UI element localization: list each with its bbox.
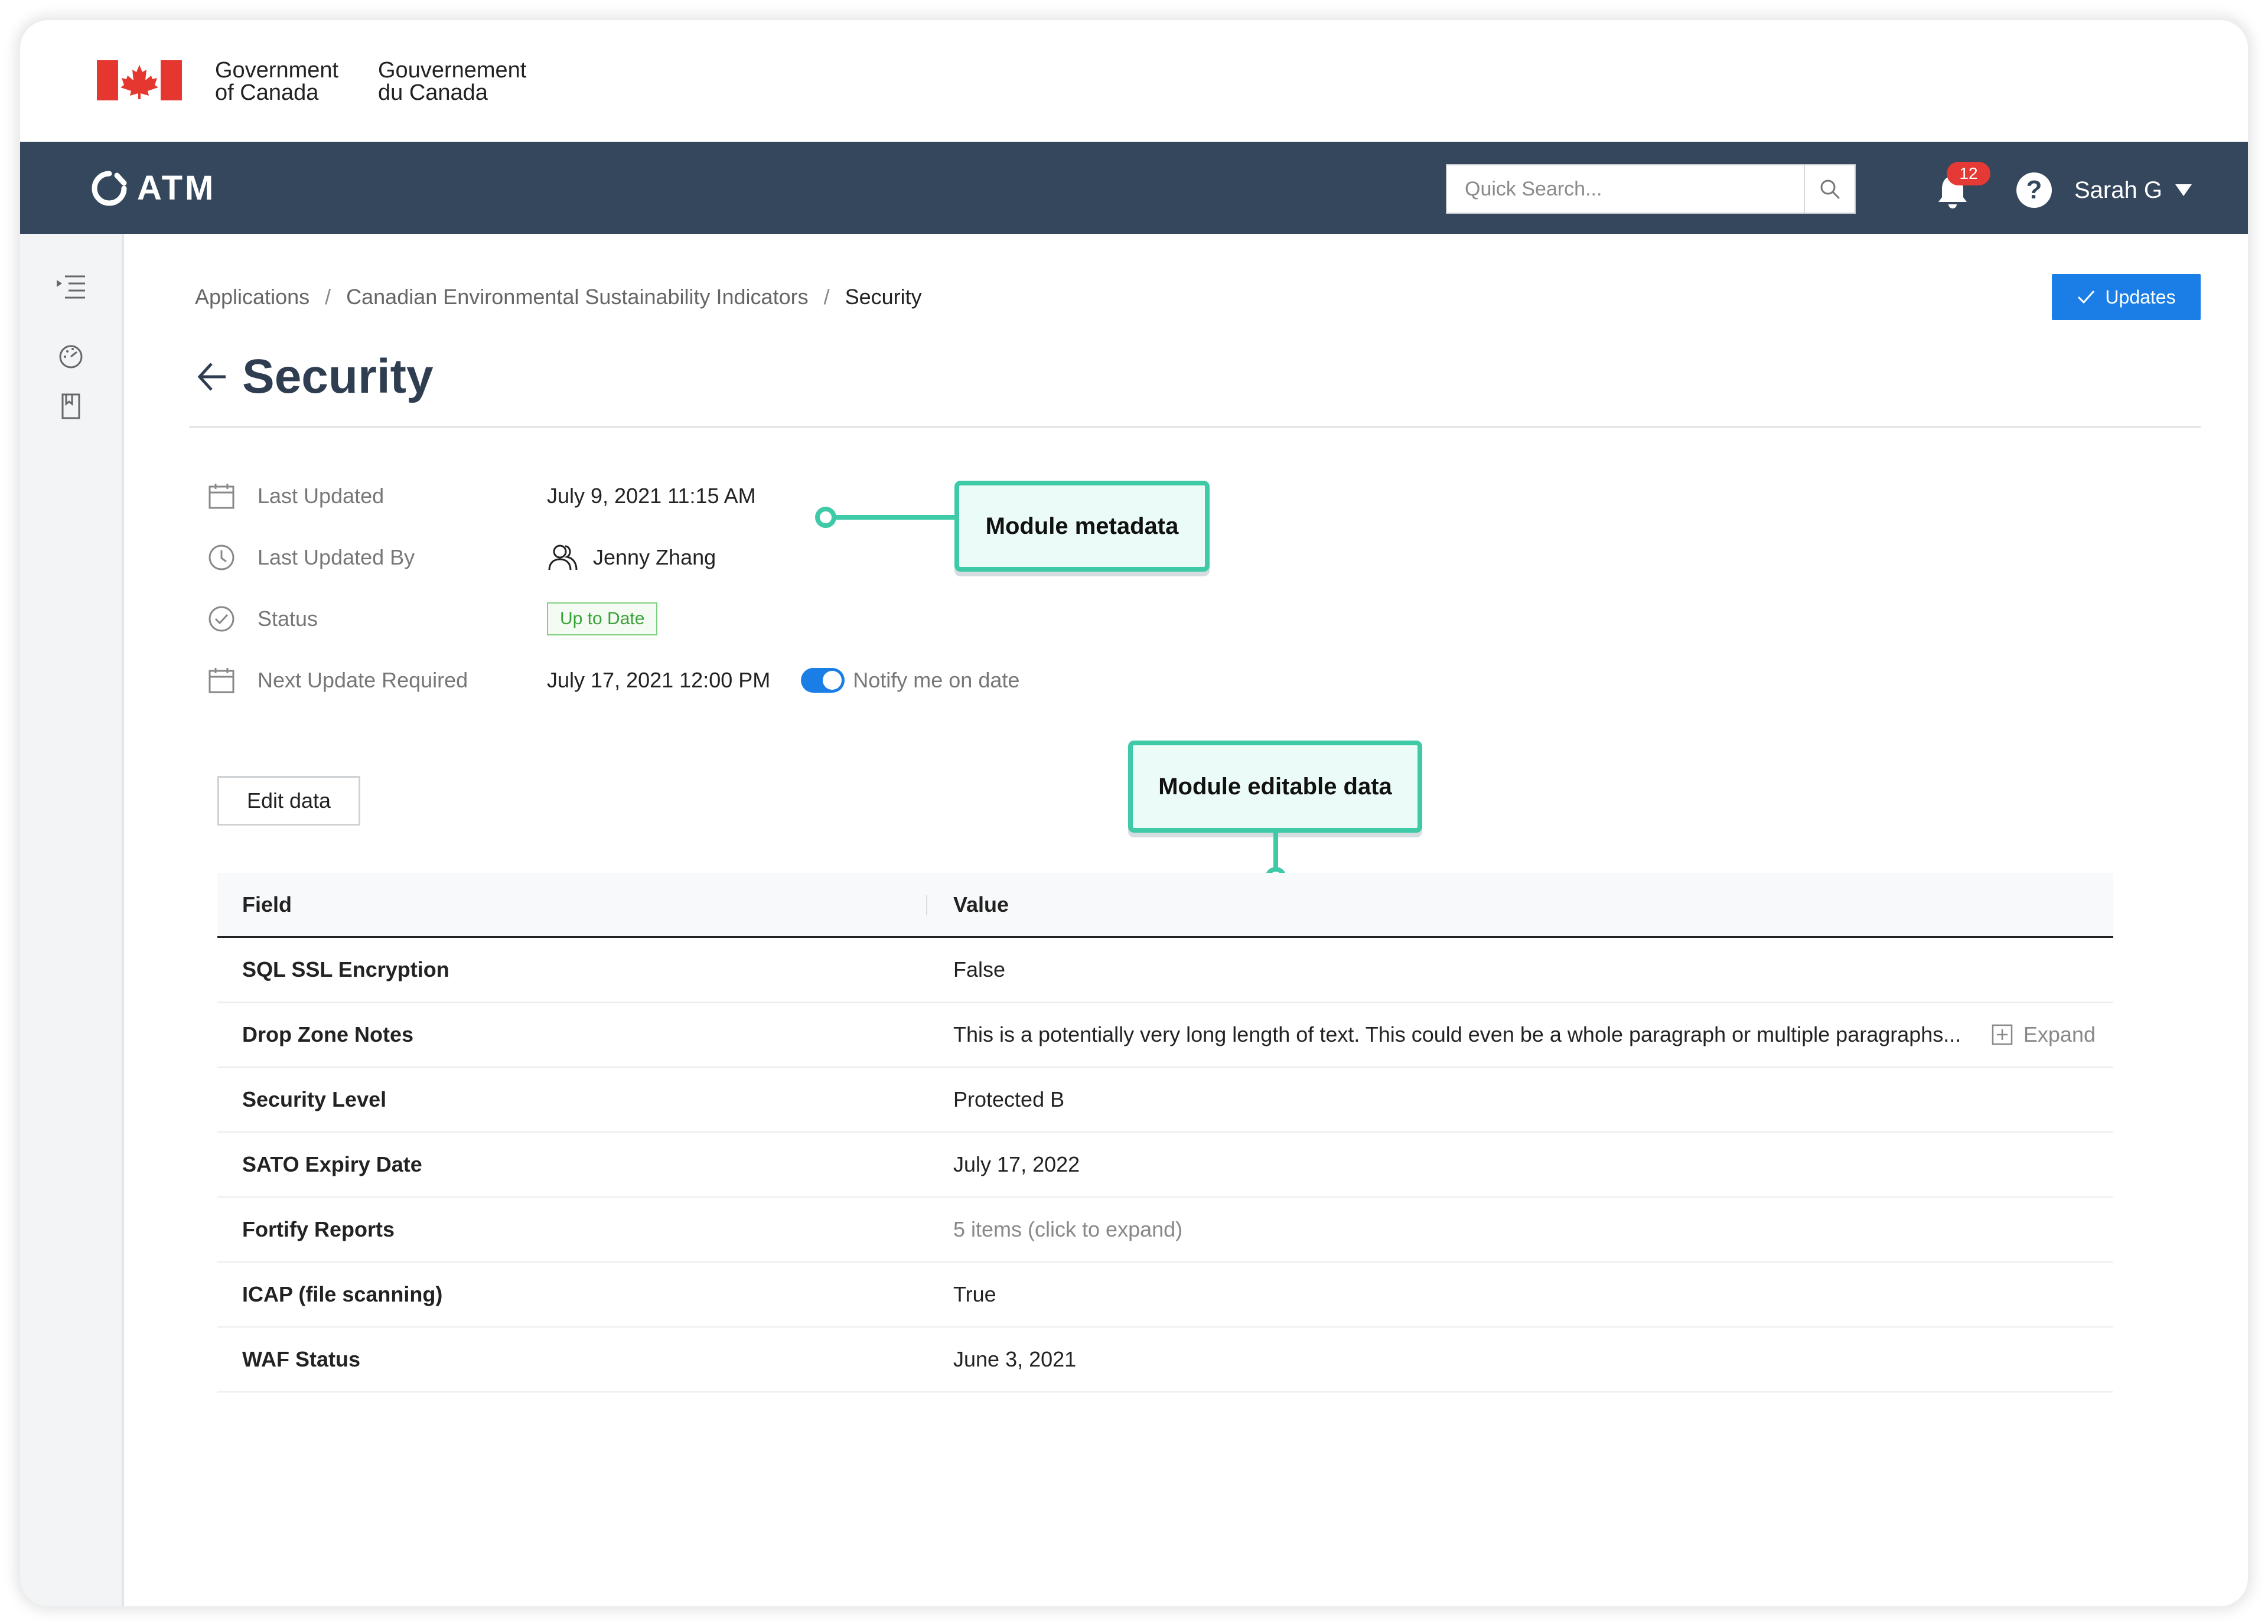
dashboard-icon[interactable] [54, 339, 87, 372]
table-row: ICAP (file scanning) True [217, 1263, 2113, 1328]
search-input[interactable] [1447, 165, 1804, 213]
meta-label: Status [258, 606, 318, 631]
meta-last-updated: Last Updated [207, 478, 384, 514]
row-field: Fortify Reports [242, 1217, 395, 1241]
column-header-value: Value [953, 892, 1009, 917]
quick-search [1446, 164, 1856, 214]
row-field: SQL SSL Encryption [242, 957, 449, 981]
gov-fr-line1: Gouvernement [378, 58, 527, 83]
updates-button-label: Updates [2105, 286, 2176, 308]
meta-next-update: Next Update Required [207, 663, 468, 698]
breadcrumb-item-current: Security [845, 285, 922, 309]
top-navbar: ATM 12 ? Sarah G [20, 142, 2248, 234]
title-divider [189, 426, 2201, 428]
government-header: Government of Canada Gouvernement du Can… [20, 20, 2248, 142]
search-icon [1820, 180, 1840, 199]
search-button[interactable] [1804, 165, 1855, 213]
breadcrumb-separator: / [325, 285, 331, 309]
updates-button[interactable]: Updates [2052, 274, 2201, 320]
callout-module-metadata: Module metadata [954, 481, 1210, 572]
gouvernement-du-canada-text: Gouvernement du Canada [378, 59, 526, 104]
row-value: True [953, 1282, 996, 1306]
meta-label: Next Update Required [258, 668, 468, 692]
caret-down-icon [2175, 184, 2192, 196]
fortify-reports-expand-link[interactable]: 5 items (click to expand) [953, 1217, 1182, 1242]
meta-label: Last Updated [258, 484, 384, 508]
next-update-value: July 17, 2021 12:00 PM [547, 668, 771, 692]
last-updated-value: July 9, 2021 11:15 AM [547, 484, 756, 508]
plus-square-icon [1992, 1024, 2013, 1045]
callout-module-editable-data: Module editable data [1128, 741, 1422, 833]
table-row: SQL SSL Encryption False [217, 938, 2113, 1003]
menu-toggle-icon[interactable] [54, 270, 87, 304]
row-field: ICAP (file scanning) [242, 1282, 443, 1306]
user-menu[interactable]: Sarah G [2074, 172, 2192, 208]
table-row: SATO Expiry Date July 17, 2022 [217, 1133, 2113, 1198]
notification-count-badge: 12 [1947, 162, 1990, 185]
app-logo[interactable]: ATM [91, 170, 216, 207]
atm-logo-icon [92, 171, 127, 206]
expand-button[interactable]: Expand [1992, 1022, 2096, 1047]
meta-last-updated-value: July 9, 2021 11:15 AM [547, 478, 756, 514]
row-value: July 17, 2022 [953, 1152, 1080, 1176]
page-title: Security [242, 350, 434, 403]
gov-en-line2: of Canada [215, 80, 319, 105]
main-content: Applications / Canadian Environmental Su… [124, 234, 2248, 1606]
table-row: WAF Status June 3, 2021 [217, 1328, 2113, 1393]
row-field: SATO Expiry Date [242, 1152, 422, 1176]
notify-label: Notify me on date [853, 668, 1020, 692]
breadcrumb-item-application[interactable]: Canadian Environmental Sustainability In… [346, 285, 808, 309]
callout-connector-dot [815, 507, 836, 528]
meta-status: Status [207, 601, 318, 637]
row-field: Drop Zone Notes [242, 1022, 414, 1046]
sidebar [20, 234, 124, 1606]
row-value: Protected B [953, 1087, 1065, 1111]
table-row: Fortify Reports 5 items (click to expand… [217, 1198, 2113, 1263]
calendar-icon [208, 668, 234, 693]
breadcrumb-item-applications[interactable]: Applications [195, 285, 309, 309]
users-icon [548, 544, 578, 570]
breadcrumb: Applications / Canadian Environmental Su… [195, 285, 922, 309]
back-arrow-icon[interactable] [195, 359, 230, 394]
last-updated-by-value: Jenny Zhang [593, 545, 716, 569]
row-field: WAF Status [242, 1347, 361, 1371]
row-field: Security Level [242, 1087, 387, 1111]
meta-last-updated-by-value: Jenny Zhang [547, 540, 716, 575]
row-value: This is a potentially very long length o… [953, 1022, 1961, 1046]
meta-label: Last Updated By [258, 545, 415, 569]
calendar-icon [208, 484, 234, 509]
status-badge: Up to Date [547, 602, 658, 635]
help-button[interactable]: ? [2016, 172, 2052, 208]
gov-en-line1: Government [215, 58, 339, 83]
app-name: ATM [137, 169, 216, 207]
check-icon [2078, 290, 2095, 304]
bookmark-icon[interactable] [54, 390, 87, 423]
user-name: Sarah G [2074, 177, 2162, 203]
gov-fr-line2: du Canada [378, 80, 488, 105]
check-circle-icon [208, 606, 234, 632]
expand-label: Expand [2023, 1022, 2096, 1046]
column-header-field: Field [242, 892, 292, 917]
notify-toggle[interactable] [801, 668, 845, 693]
clock-icon [208, 544, 234, 570]
government-of-canada-text: Government of Canada [215, 59, 338, 104]
meta-next-update-value: July 17, 2021 12:00 PM Notify me on date [547, 663, 1019, 698]
meta-last-updated-by: Last Updated By [207, 540, 415, 575]
breadcrumb-separator: / [823, 285, 830, 309]
app-window: Government of Canada Gouvernement du Can… [20, 20, 2248, 1606]
canada-flag-icon [97, 60, 182, 100]
edit-data-button[interactable]: Edit data [217, 776, 360, 826]
table-row: Drop Zone Notes This is a potentially ve… [217, 1003, 2113, 1068]
row-value: False [953, 957, 1006, 981]
table-row: Security Level Protected B [217, 1068, 2113, 1133]
column-divider [926, 895, 927, 915]
row-value: June 3, 2021 [953, 1347, 1077, 1371]
editable-data-table: Field Value SQL SSL Encryption False Dro… [217, 873, 2113, 1393]
table-header: Field Value [217, 873, 2113, 938]
meta-status-value: Up to Date [547, 601, 658, 637]
